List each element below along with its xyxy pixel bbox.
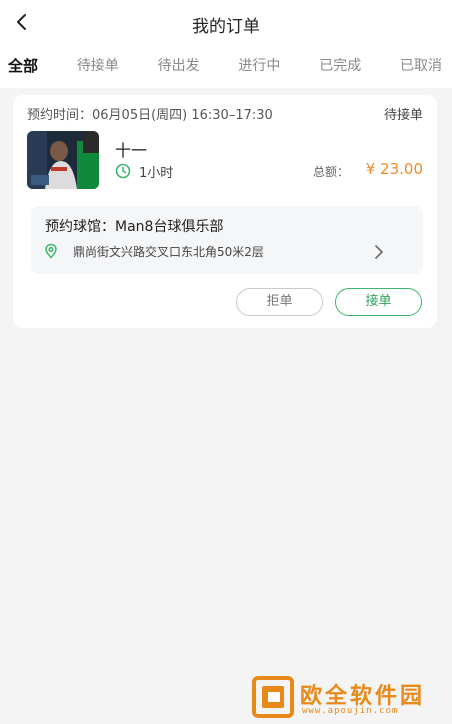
tab-in-progress[interactable]: 进行中: [238, 52, 280, 80]
order-amount: ¥ 23.00: [365, 160, 423, 178]
chevron-right-icon[interactable]: [369, 242, 389, 262]
avatar: [27, 131, 99, 189]
top-bar: 我的订单 全部 待接单 待出发 进行中 已完成 已取消: [0, 0, 452, 88]
watermark: 欧全软件园 www.apoujin.com: [252, 676, 448, 720]
accept-order-button[interactable]: 接单: [335, 288, 422, 316]
watermark-logo: [252, 676, 294, 718]
venue-address: 鼎尚街文兴路交叉口东北角50米2层: [43, 242, 264, 260]
clock-icon: [115, 163, 131, 179]
tab-pending-accept[interactable]: 待接单: [77, 52, 119, 80]
status-badge: 待接单: [383, 108, 423, 123]
appointment-time: 预约时间：06月05日(周四) 16:30–17:30: [27, 108, 273, 123]
reject-order-button[interactable]: 拒单: [236, 288, 323, 316]
tab-pending-depart[interactable]: 待出发: [158, 52, 200, 80]
order-tabs: 全部 待接单 待出发 进行中 已完成 已取消: [0, 52, 452, 80]
venue-address-text: 鼎尚街文兴路交叉口东北角50米2层: [73, 244, 264, 259]
header: 我的订单: [0, 0, 452, 44]
player-name: 十一: [115, 141, 148, 160]
venue-info[interactable]: 预约球馆：Man8台球俱乐部 鼎尚街文兴路交叉口东北角50米2层: [31, 206, 423, 274]
total-label: 总额：: [313, 165, 350, 179]
location-pin-icon: [45, 243, 57, 259]
tab-all[interactable]: 全部: [8, 52, 38, 80]
duration: 1小时: [115, 161, 173, 181]
page-title: 我的订单: [192, 17, 260, 37]
venue-name: 预约球馆：Man8台球俱乐部: [45, 219, 224, 235]
watermark-url: www.apoujin.com: [302, 706, 399, 716]
tab-completed[interactable]: 已完成: [319, 52, 361, 80]
tab-cancelled[interactable]: 已取消: [400, 52, 442, 80]
order-card[interactable]: 预约时间：06月05日(周四) 16:30–17:30 待接单 十一 1小时 总…: [13, 95, 437, 328]
duration-text: 1小时: [139, 165, 174, 181]
